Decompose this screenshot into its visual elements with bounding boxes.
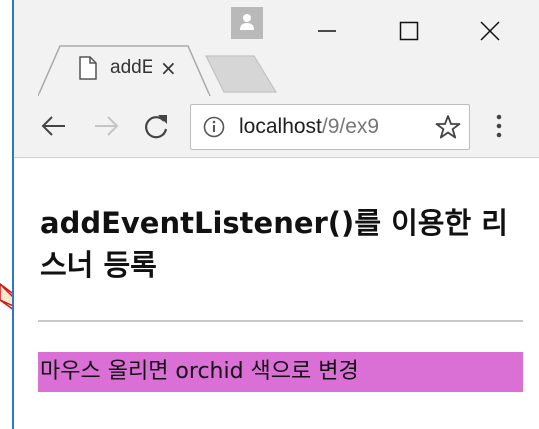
tab-active[interactable]: addE × (38, 44, 222, 96)
tab-close-button[interactable]: × (160, 54, 177, 82)
maximize-icon (399, 21, 419, 41)
page-heading: addEventListener()를 이용한 리스너 등록 (40, 206, 508, 282)
url-path: /9/ex9 (321, 115, 380, 138)
close-icon (480, 21, 500, 41)
star-icon[interactable] (435, 114, 461, 140)
page-icon (79, 56, 97, 80)
horizontal-rule (38, 320, 523, 322)
close-button[interactable] (445, 0, 535, 62)
url-host: localhost (239, 115, 322, 138)
reload-icon[interactable] (142, 112, 170, 140)
forward-arrow-icon[interactable] (92, 112, 120, 140)
screenshot-stage: addE × localhost/9/ex9 addEventListener(… (0, 0, 539, 429)
title-bar: addE × (14, 0, 539, 96)
kebab-menu-icon[interactable] (494, 112, 504, 140)
browser-window: addE × localhost/9/ex9 addEventListener(… (12, 0, 539, 429)
browser-toolbar: localhost/9/ex9 (14, 96, 539, 158)
info-icon[interactable] (203, 116, 225, 138)
user-profile-icon[interactable] (231, 7, 263, 39)
maximize-button[interactable] (364, 0, 454, 62)
tab-title: addE (110, 57, 152, 78)
url-text[interactable]: localhost/9/ex9 (239, 113, 429, 141)
address-bar[interactable]: localhost/9/ex9 (190, 104, 470, 150)
back-arrow-icon[interactable] (40, 112, 68, 140)
new-tab-button[interactable] (202, 52, 282, 96)
minimize-button[interactable] (282, 0, 372, 62)
minimize-icon (318, 30, 336, 32)
page-content: addEventListener()를 이용한 리스너 등록 마우스 올리면 o… (14, 158, 539, 429)
hover-target-text[interactable]: 마우스 올리면 orchid 색으로 변경 (38, 352, 523, 392)
